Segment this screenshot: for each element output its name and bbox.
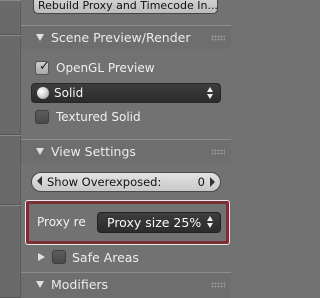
show-overexposed-field[interactable]: Show Overexposed: 0 [31,172,221,192]
proxy-render-size-dropdown[interactable]: Proxy size 25% [97,212,221,233]
decrement-arrow-icon[interactable] [37,176,42,186]
proxy-render-size-label: Proxy re [37,215,86,229]
left-strip-segment [0,35,21,135]
rebuild-proxy-button[interactable]: Rebuild Proxy and Timecode In... [33,0,218,14]
shading-dropdown-value: Solid [54,86,84,100]
scene-preview-title: Scene Preview/Render [51,30,191,45]
view-settings-panel-header[interactable]: View Settings [21,139,231,163]
view-settings-title: View Settings [51,144,136,159]
updown-arrows-icon [207,216,214,228]
expanded-triangle-icon [36,148,44,155]
drag-grip-icon[interactable] [211,149,225,155]
modifiers-panel-header[interactable]: Modifiers [21,272,231,298]
drag-grip-icon[interactable] [211,35,225,41]
properties-panel: Rebuild Proxy and Timecode In... Scene P… [21,0,231,298]
checkmark-icon: ✓ [39,59,50,74]
proxy-render-size-value: Proxy size 25% [107,215,202,230]
opengl-preview-label: OpenGL Preview [56,61,155,75]
expanded-triangle-icon [36,281,44,288]
show-overexposed-value: 0 [197,175,205,189]
proxy-render-size-highlight: Proxy re Proxy size 25% [26,201,229,244]
solid-sphere-icon [37,87,49,99]
safe-areas-checkbox[interactable] [52,250,66,264]
collapsed-triangle-icon [38,253,45,261]
safe-areas-row[interactable]: Safe Areas [35,250,225,266]
left-strip-segment [0,205,21,298]
modifiers-title: Modifiers [51,277,109,292]
shading-dropdown[interactable]: Solid [31,83,221,103]
left-strip-segment [0,135,21,205]
safe-areas-label: Safe Areas [72,250,139,265]
opengl-preview-checkbox[interactable]: ✓ [35,59,50,75]
show-overexposed-label: Show Overexposed: [47,175,162,189]
expanded-triangle-icon [36,34,44,41]
left-strip-segment [0,0,21,35]
textured-solid-checkbox[interactable] [35,110,49,124]
textured-solid-label: Textured Solid [56,110,141,124]
drag-grip-icon[interactable] [211,282,225,288]
left-region-strip [0,0,21,298]
increment-arrow-icon[interactable] [210,177,215,187]
scene-preview-panel-header[interactable]: Scene Preview/Render [21,25,231,49]
updown-arrows-icon [207,87,214,99]
